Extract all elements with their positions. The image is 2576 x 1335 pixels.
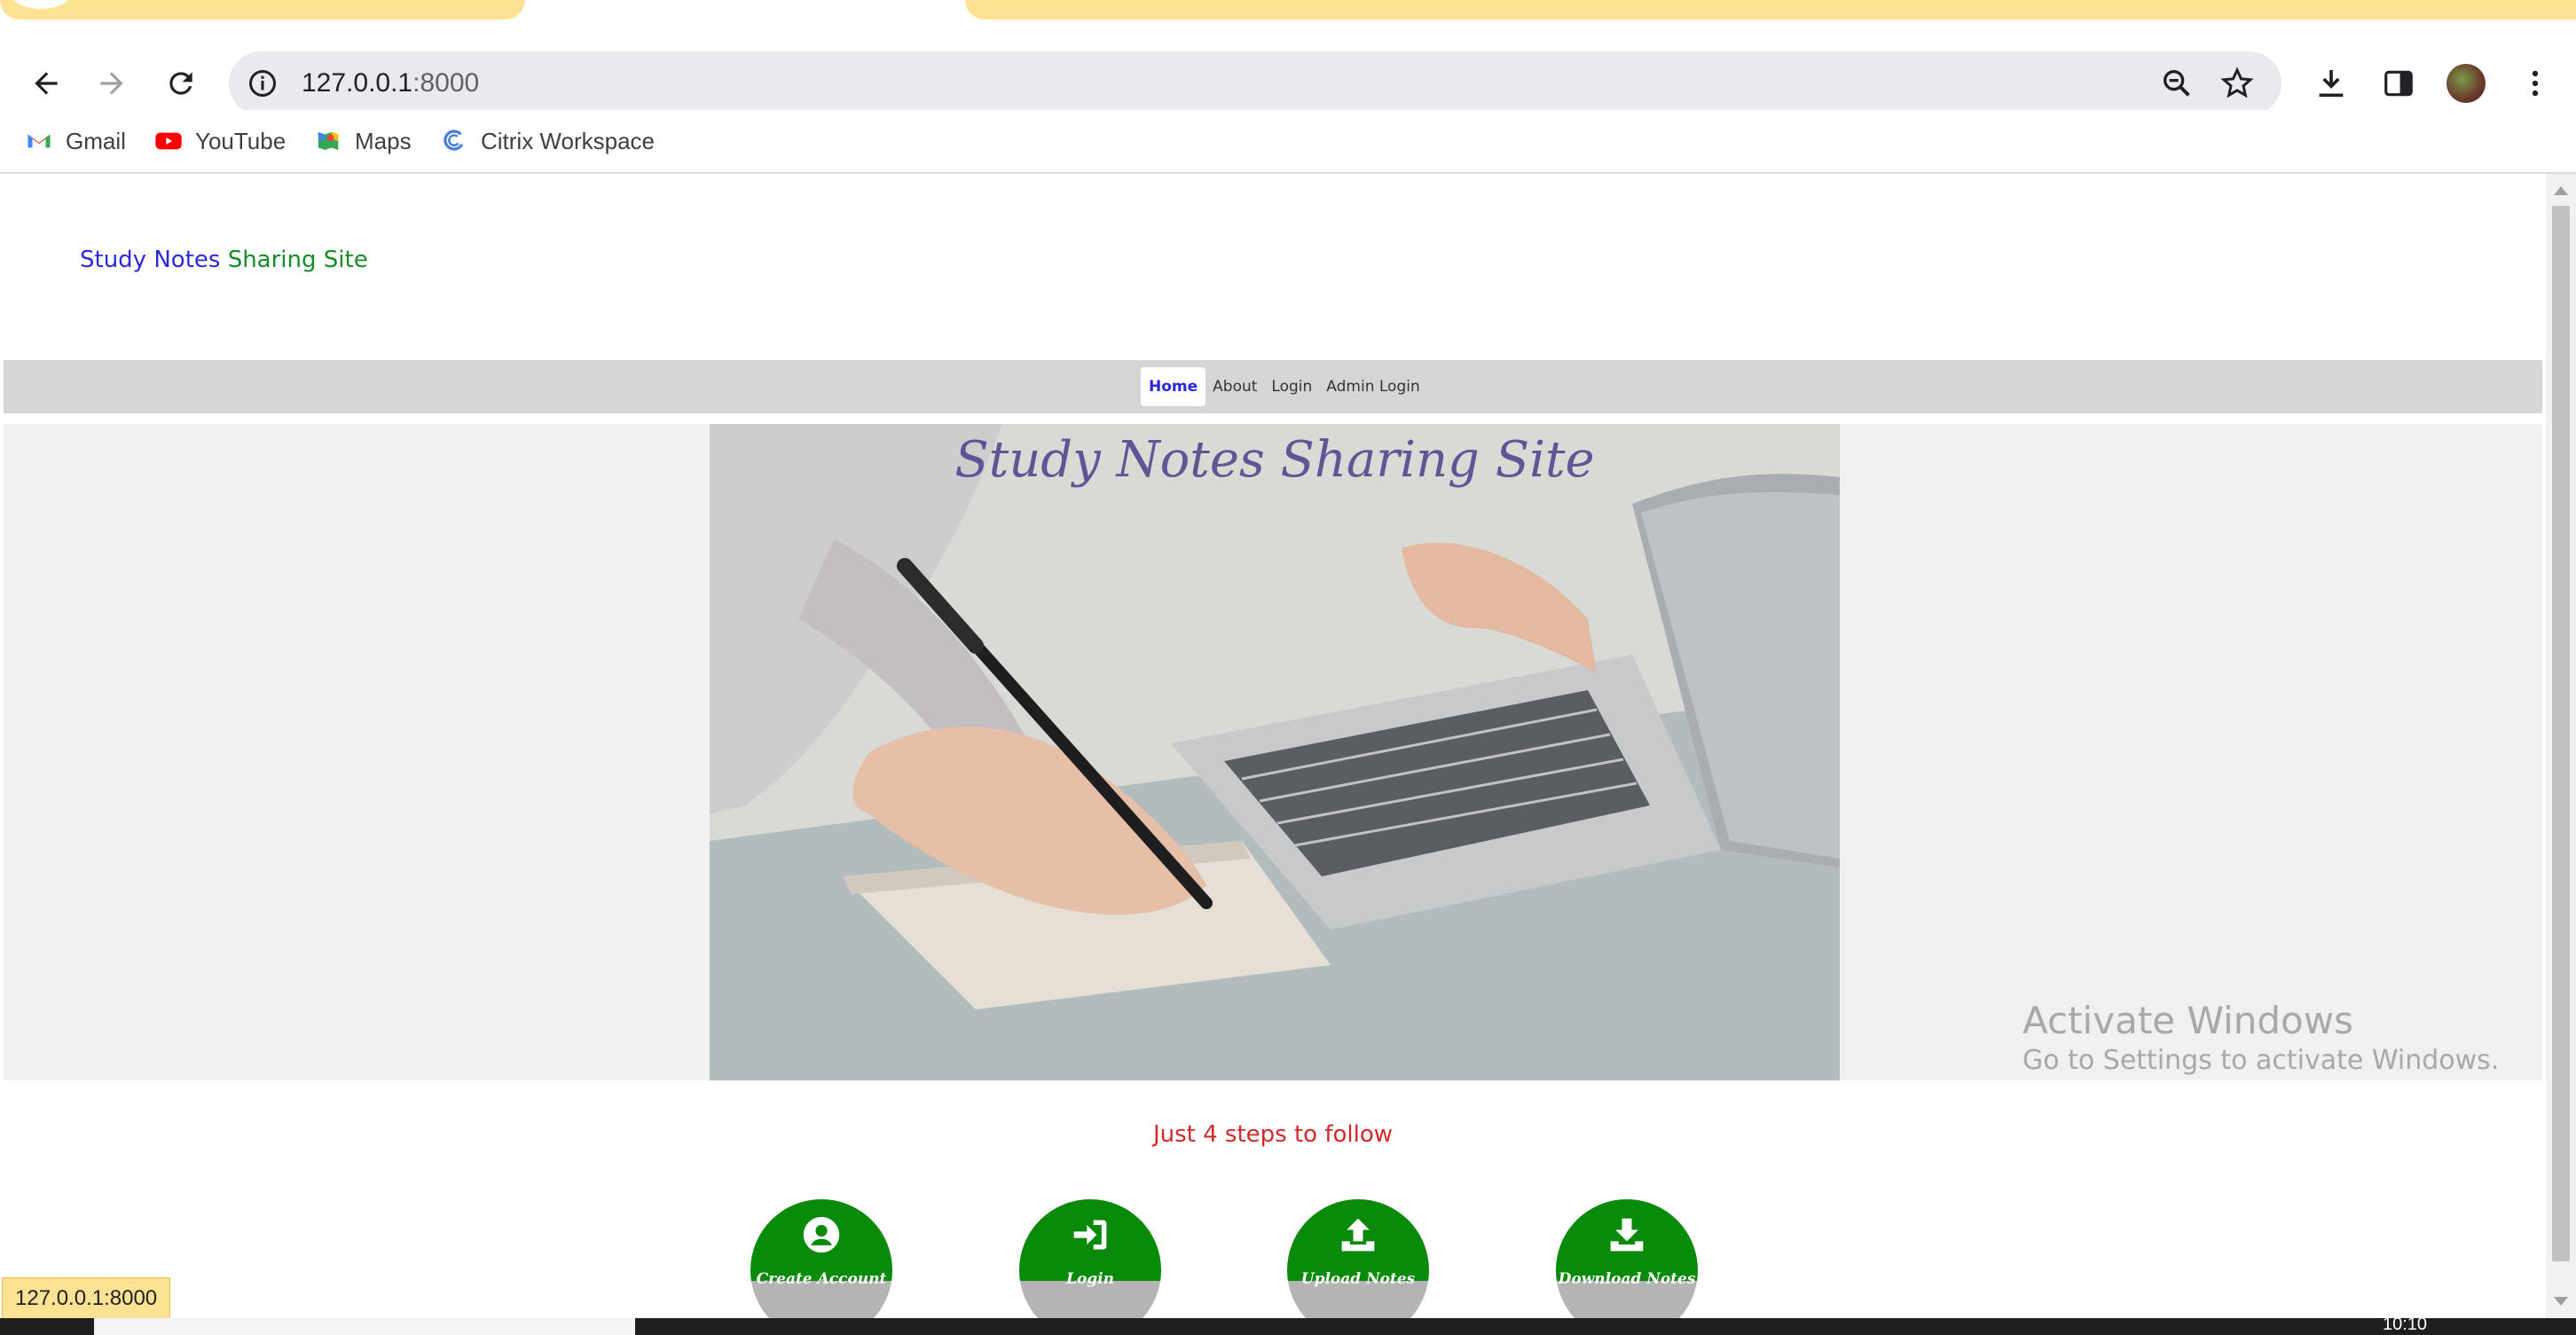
site-brand[interactable]: Study Notes Sharing Site xyxy=(80,247,368,273)
site-nav-bar: Home About Login Admin Login xyxy=(4,360,2542,413)
url-port: :8000 xyxy=(412,68,480,98)
bookmark-star-icon[interactable] xyxy=(2219,66,2255,101)
menu-button[interactable] xyxy=(2516,64,2555,103)
site-info-icon[interactable] xyxy=(247,67,279,99)
reload-button[interactable] xyxy=(156,59,206,108)
citrix-icon xyxy=(440,127,468,155)
bookmark-gmail[interactable]: Gmail xyxy=(25,119,126,163)
browser-tab[interactable] xyxy=(0,0,525,20)
sign-in-icon xyxy=(1073,1220,1107,1250)
steps-heading: Just 4 steps to follow xyxy=(1152,1121,1394,1148)
side-panel-icon xyxy=(2384,70,2413,97)
step-download-notes[interactable]: Download Notes xyxy=(1556,1199,1698,1318)
page-scrollbar[interactable] xyxy=(2546,174,2576,1318)
nav-home[interactable]: Home xyxy=(1141,367,1206,406)
step-label: Create Account xyxy=(756,1270,887,1288)
scrollbar-thumb[interactable] xyxy=(2552,206,2570,1261)
step-label: Login xyxy=(1066,1270,1114,1288)
brand-part-2: Sharing Site xyxy=(220,247,368,273)
maps-icon xyxy=(314,127,342,155)
side-panel-button[interactable] xyxy=(2379,64,2418,103)
bookmark-youtube[interactable]: YouTube xyxy=(154,119,286,163)
bookmark-label: Maps xyxy=(355,127,412,154)
hero-section: Study Notes Sharing Site xyxy=(4,424,2542,1080)
forward-button[interactable] xyxy=(87,59,137,108)
bookmark-label: Gmail xyxy=(66,127,126,154)
back-button[interactable] xyxy=(21,59,71,108)
tab-favicon xyxy=(12,0,69,9)
reload-icon xyxy=(169,72,192,95)
scroll-up-arrow-icon[interactable] xyxy=(2554,186,2568,195)
step-label: Download Notes xyxy=(1558,1270,1696,1288)
hero-illustration xyxy=(710,424,1840,1080)
bookmark-label: Citrix Workspace xyxy=(481,127,656,154)
taskbar-search[interactable] xyxy=(94,1318,635,1335)
bookmark-label: YouTube xyxy=(195,127,287,154)
step-label: Upload Notes xyxy=(1300,1270,1416,1288)
download-icon xyxy=(2319,70,2344,98)
brand-part-1: Study Notes xyxy=(80,247,221,273)
nav-login[interactable]: Login xyxy=(1264,367,1319,406)
url-text[interactable]: 127.0.0.1:8000 xyxy=(302,51,479,115)
more-vertical-icon xyxy=(2532,70,2539,97)
upload-icon xyxy=(1341,1218,1375,1252)
activate-windows-subtitle: Go to Settings to activate Windows. xyxy=(2022,1045,2500,1076)
step-upload-notes[interactable]: Upload Notes xyxy=(1287,1199,1429,1318)
bookmarks-bar: Gmail YouTube Maps Citrix Workspace xyxy=(0,110,2576,174)
url-host: 127.0.0.1 xyxy=(302,68,413,98)
gmail-icon xyxy=(25,127,53,155)
activate-windows-title: Activate Windows xyxy=(2022,999,2353,1042)
bookmark-maps[interactable]: Maps xyxy=(314,119,412,163)
taskbar-clock: 10:10 xyxy=(2383,1315,2428,1334)
hero-title: Study Notes Sharing Site xyxy=(954,431,1595,489)
browser-toolbar: 127.0.0.1:8000 xyxy=(0,20,2576,115)
user-circle-icon xyxy=(803,1216,840,1253)
zoom-icon[interactable] xyxy=(2159,66,2195,101)
hero-image: Study Notes Sharing Site xyxy=(710,424,1840,1080)
page-viewport: Study Notes Sharing Site Home About Logi… xyxy=(0,174,2546,1318)
step-create-account[interactable]: Create Account xyxy=(750,1199,892,1318)
download-icon xyxy=(1610,1218,1644,1252)
nav-about[interactable]: About xyxy=(1206,367,1264,406)
site-nav: Home About Login Admin Login xyxy=(1141,367,1427,406)
step-login[interactable]: Login xyxy=(1019,1199,1161,1318)
arrow-left-icon xyxy=(35,72,58,95)
os-taskbar: 10:10 xyxy=(0,1315,2576,1335)
bookmark-citrix[interactable]: Citrix Workspace xyxy=(440,119,655,163)
address-bar[interactable]: 127.0.0.1:8000 xyxy=(229,51,2281,115)
downloads-button[interactable] xyxy=(2312,64,2351,103)
tab-strip xyxy=(0,0,2576,20)
youtube-icon xyxy=(154,127,183,155)
scroll-down-arrow-icon[interactable] xyxy=(2554,1297,2568,1306)
link-status-bubble: 127.0.0.1:8000 xyxy=(2,1277,171,1320)
browser-tab-area[interactable] xyxy=(965,0,2576,20)
profile-avatar[interactable] xyxy=(2446,64,2486,103)
arrow-right-icon xyxy=(100,72,123,95)
nav-admin-login[interactable]: Admin Login xyxy=(1319,367,1426,406)
